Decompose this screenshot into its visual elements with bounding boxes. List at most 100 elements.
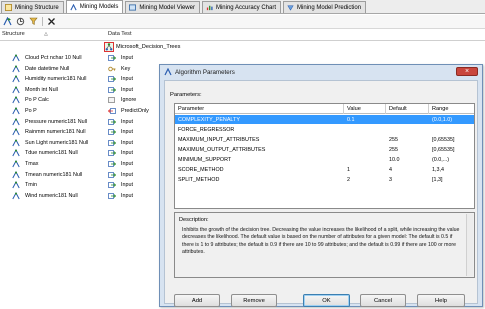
table-row[interactable]: Tmean numeric181 Null Input: [0, 170, 160, 180]
algorithm-parameters-dialog: Algorithm Parameters × Parameters: Param…: [159, 64, 483, 307]
column-icon: [12, 85, 20, 94]
usage-value[interactable]: Input: [121, 150, 133, 156]
usage-value[interactable]: Input: [121, 129, 133, 135]
column-icon: [12, 117, 20, 126]
table-row[interactable]: Sun Light numeric181 Null Input: [0, 138, 160, 148]
column-icon: [12, 181, 20, 189]
usage-value[interactable]: PredictOnly: [121, 108, 149, 114]
tab-mining-structure[interactable]: Mining Structure: [1, 1, 64, 13]
column-icon: [12, 75, 20, 83]
structure-icon: [5, 4, 12, 11]
dialog-title-bar[interactable]: Algorithm Parameters: [160, 65, 482, 79]
parameter-row[interactable]: MAXIMUM_OUTPUT_ATTRIBUTES 255 [0,65535]: [175, 145, 474, 154]
designer-tab-strip: Mining Structure Mining Models Mining Mo…: [0, 0, 485, 14]
column-icon: [12, 170, 20, 179]
usage-value[interactable]: Input: [121, 87, 133, 93]
column-name: Tmin: [25, 182, 37, 189]
remove-button[interactable]: Remove: [231, 294, 277, 307]
parameter-row[interactable]: FORCE_REGRESSOR: [175, 125, 474, 134]
decision-tree-icon: [104, 42, 114, 52]
process-icon[interactable]: [16, 17, 25, 26]
parameter-value[interactable]: 1: [347, 167, 350, 173]
parameter-value[interactable]: 0.1: [347, 117, 355, 123]
usage-value[interactable]: Input: [121, 76, 133, 82]
parameter-name: SCORE_METHOD: [178, 166, 224, 173]
parameter-range: (0.0,1.0): [432, 116, 453, 123]
usage-value[interactable]: Key: [121, 66, 130, 72]
usage-value[interactable]: Input: [121, 119, 133, 125]
description-scrollbar[interactable]: [466, 214, 473, 276]
parameter-name: MINIMUM_SUPPORT: [178, 156, 232, 163]
column-icon: [12, 96, 20, 104]
usage-value[interactable]: Input: [121, 161, 133, 167]
column-header-value[interactable]: Value: [347, 106, 361, 112]
column-name: Cloud Pct nchar 10 Null: [25, 55, 82, 61]
usage-input-icon: [108, 139, 117, 147]
column-name: Wind numeric181 Null: [25, 192, 78, 199]
model-column-header[interactable]: Data Test: [108, 31, 132, 37]
table-row[interactable]: Date datetime Null Key: [0, 64, 160, 74]
tab-label: Mining Model Viewer: [139, 4, 195, 11]
usage-input-icon: [108, 160, 117, 168]
table-row[interactable]: Po P PredictOnly: [0, 106, 160, 116]
parameter-default: 10.0: [389, 156, 400, 163]
column-name: Pressure numeric181 Null: [25, 118, 88, 125]
usage-ignore-icon: [108, 96, 116, 104]
ok-button[interactable]: OK: [303, 294, 350, 307]
table-row[interactable]: Tdue numeric181 Null Input: [0, 148, 160, 158]
table-row[interactable]: Wind numeric181 Null Input: [0, 191, 160, 201]
parameter-row[interactable]: COMPLEXITY_PENALTY 0.1 (0.0,1.0): [175, 115, 474, 124]
usage-value[interactable]: Input: [121, 182, 133, 188]
close-button[interactable]: ×: [456, 67, 478, 76]
usage-input-icon: [108, 86, 117, 94]
parameter-name: COMPLEXITY_PENALTY: [178, 116, 240, 123]
table-row[interactable]: Pressure numeric181 Null Input: [0, 117, 160, 127]
column-header-parameter[interactable]: Parameter: [178, 106, 204, 112]
column-header-range[interactable]: Range: [432, 106, 448, 112]
parameter-value[interactable]: 2: [347, 177, 350, 183]
column-name: Po P: [25, 108, 37, 114]
description-box: Description: Inhibits the growth of the …: [174, 212, 475, 278]
model-cell[interactable]: Microsoft_Decision_Trees: [104, 41, 200, 53]
parameter-default: 255: [389, 146, 398, 153]
usage-value[interactable]: Input: [121, 193, 133, 199]
table-row[interactable]: Tmin Input: [0, 180, 160, 190]
parameter-row[interactable]: SPLIT_METHOD 2 3 [1,3]: [175, 175, 474, 184]
usage-value[interactable]: Input: [121, 172, 133, 178]
column-name: Tdue numeric181 Null: [25, 150, 78, 157]
add-button[interactable]: Add: [174, 294, 220, 307]
delete-icon[interactable]: [47, 17, 56, 26]
parameter-row[interactable]: MINIMUM_SUPPORT 10.0 (0.0,...): [175, 155, 474, 164]
tab-mining-model-prediction[interactable]: Mining Model Prediction: [283, 1, 367, 13]
tab-mining-models[interactable]: Mining Models: [65, 0, 124, 13]
structure-column-header[interactable]: Structure △: [2, 31, 48, 37]
usage-value[interactable]: Input: [121, 55, 133, 61]
column-header-default[interactable]: Default: [389, 106, 407, 112]
tab-label: Mining Structure: [15, 4, 59, 11]
column-name: Po P Calc: [25, 97, 49, 104]
table-row[interactable]: Rainmm numeric181 Null Input: [0, 127, 160, 137]
table-row[interactable]: Humidity numeric181 Null Input: [0, 74, 160, 84]
column-icon: [12, 138, 20, 147]
parameter-range: [0,65535]: [432, 146, 455, 153]
usage-value[interactable]: Input: [121, 140, 133, 146]
column-divider: [428, 104, 429, 114]
column-name: Tmean numeric181 Null: [25, 171, 83, 178]
cancel-button[interactable]: Cancel: [360, 294, 406, 307]
dialog-app-icon: [164, 68, 172, 76]
parameter-name: MAXIMUM_OUTPUT_ATTRIBUTES: [178, 146, 266, 153]
table-row[interactable]: Po P Calc Ignore: [0, 95, 160, 105]
usage-value[interactable]: Ignore: [121, 97, 136, 103]
table-row[interactable]: Cloud Pct nchar 10 Null Input: [0, 53, 160, 63]
parameter-range: [1,3]: [432, 176, 443, 183]
parameter-row[interactable]: SCORE_METHOD 1 4 1,3,4: [175, 165, 474, 174]
parameter-row[interactable]: MAXIMUM_INPUT_ATTRIBUTES 255 [0,65535]: [175, 135, 474, 144]
tab-mining-accuracy-chart[interactable]: Mining Accuracy Chart: [201, 1, 281, 13]
table-row[interactable]: Tmax Input: [0, 159, 160, 169]
add-model-icon[interactable]: [3, 17, 12, 26]
table-row[interactable]: Month int Null Input: [0, 85, 160, 95]
tab-mining-model-viewer[interactable]: Mining Model Viewer: [125, 1, 200, 13]
parameter-range: [0,65535]: [432, 136, 455, 143]
filter-icon[interactable]: [29, 17, 38, 26]
help-button[interactable]: Help: [417, 294, 465, 307]
